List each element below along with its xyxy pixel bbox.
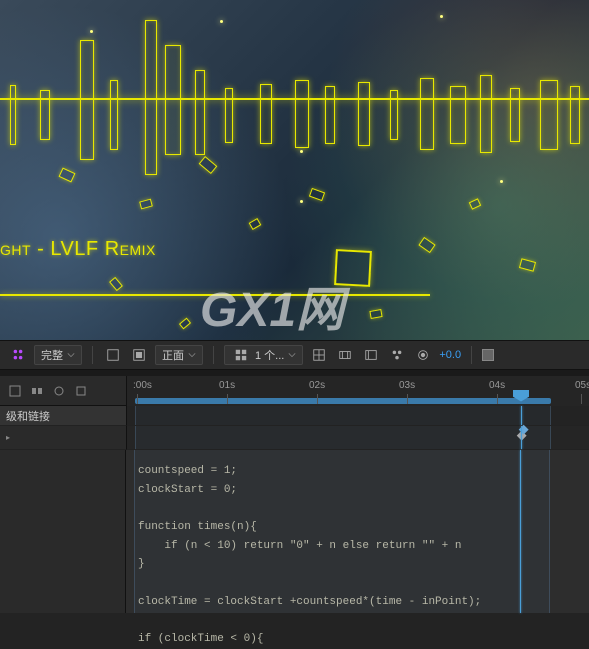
ruler-tick: :00s bbox=[133, 380, 152, 391]
expression-editor-panel: countspeed = 1; clockStart = 0; function… bbox=[0, 450, 589, 613]
timeline-header: :00s 01s 02s 03s 04s 05s bbox=[0, 376, 589, 406]
av-icon[interactable] bbox=[30, 384, 44, 398]
layer-switch-icon[interactable] bbox=[52, 384, 66, 398]
views-grid-icon bbox=[231, 345, 251, 365]
twirl-down-icon[interactable]: ▸ bbox=[6, 433, 10, 442]
blank-column-icon[interactable] bbox=[74, 384, 88, 398]
mask-icon[interactable] bbox=[335, 345, 355, 365]
exposure-value[interactable]: +0.0 bbox=[439, 349, 461, 361]
shy-icon[interactable] bbox=[8, 384, 22, 398]
guides-icon[interactable] bbox=[309, 345, 329, 365]
channels-icon[interactable] bbox=[387, 345, 407, 365]
chevron-down-icon bbox=[188, 351, 196, 359]
transparency-grid-icon[interactable] bbox=[103, 345, 123, 365]
exposure-reset-icon[interactable] bbox=[413, 345, 433, 365]
work-area-bar[interactable] bbox=[135, 398, 551, 404]
color-swatch[interactable] bbox=[482, 349, 494, 361]
ruler-tick: 05s bbox=[575, 380, 589, 391]
audio-spectrum-visualizer bbox=[0, 60, 589, 140]
view-mode-value: 正面 bbox=[162, 347, 184, 363]
ruler-tick: 04s bbox=[489, 380, 505, 391]
magnify-dropdown-icon[interactable] bbox=[8, 345, 28, 365]
composition-preview[interactable]: ght - LVLF Remix GX1网system.com bbox=[0, 0, 589, 340]
playhead-line bbox=[521, 426, 522, 449]
resolution-value: 完整 bbox=[41, 347, 63, 363]
chevron-down-icon bbox=[67, 351, 75, 359]
watermark: GX1网system.com bbox=[200, 270, 344, 340]
time-ruler[interactable]: :00s 01s 02s 03s 04s 05s bbox=[126, 376, 589, 406]
expression-code-editor[interactable]: countspeed = 1; clockStart = 0; function… bbox=[126, 450, 589, 613]
preview-toolbar: 完整 正面 1 个... +0.0 bbox=[0, 340, 589, 370]
roi-icon[interactable] bbox=[129, 345, 149, 365]
playhead-line bbox=[521, 406, 522, 425]
resolution-dropdown[interactable]: 完整 bbox=[34, 345, 82, 365]
timeline-property-row[interactable]: ▸ bbox=[0, 426, 589, 450]
ruler-tick: 02s bbox=[309, 380, 325, 391]
view-mode-dropdown[interactable]: 正面 bbox=[155, 345, 203, 365]
ruler-tick: 01s bbox=[219, 380, 235, 391]
expression-gutter bbox=[0, 450, 126, 613]
views-count-dropdown[interactable]: 1 个... bbox=[224, 345, 303, 365]
composition-title-text: ght - LVLF Remix bbox=[0, 238, 156, 261]
timecode-icon[interactable] bbox=[361, 345, 381, 365]
ruler-tick: 03s bbox=[399, 380, 415, 391]
column-header-parent-link: 级和链接 bbox=[0, 406, 126, 426]
timeline-layer-row[interactable]: 级和链接 bbox=[0, 406, 589, 426]
chevron-down-icon bbox=[288, 351, 296, 359]
playhead-line bbox=[520, 450, 521, 613]
views-count-value: 1 个... bbox=[255, 347, 284, 363]
